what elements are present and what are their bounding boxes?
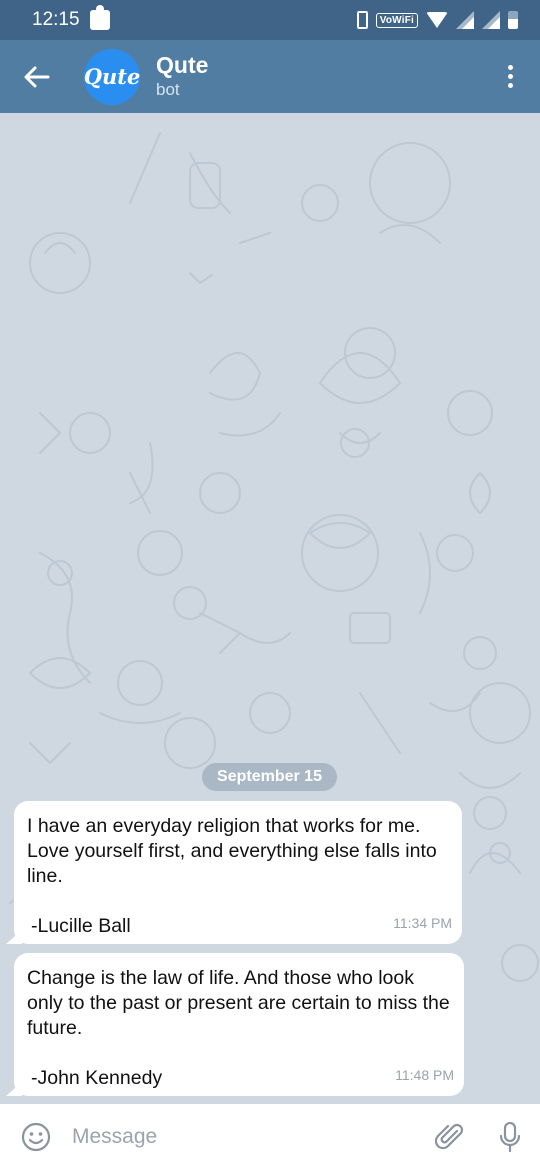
signal-icon xyxy=(456,11,474,29)
smiley-icon xyxy=(21,1122,51,1152)
wifi-icon xyxy=(426,12,448,28)
chat-info[interactable]: Qute bot xyxy=(156,52,208,102)
chat-subtitle: bot xyxy=(156,79,180,99)
more-vertical-icon xyxy=(507,65,513,70)
back-button[interactable] xyxy=(0,40,74,113)
phone-icon xyxy=(356,11,368,29)
attach-button[interactable] xyxy=(420,1104,480,1170)
vowifi-badge: VoWiFi xyxy=(375,12,418,28)
message-author: -Lucille Ball xyxy=(31,915,131,937)
message-bubble[interactable]: I have an everyday religion that works f… xyxy=(14,801,462,944)
message-time: 11:34 PM xyxy=(393,915,452,931)
avatar[interactable]: Qute xyxy=(84,48,140,105)
message-input[interactable] xyxy=(72,1125,420,1149)
status-icons: VoWiFi xyxy=(356,11,518,29)
battery-icon xyxy=(508,11,518,29)
message-author: -John Kennedy xyxy=(31,1067,163,1089)
voice-record-button[interactable] xyxy=(480,1104,540,1170)
microphone-icon xyxy=(499,1121,521,1153)
status-time: 12:15 xyxy=(32,9,80,30)
arrow-left-icon xyxy=(24,66,50,87)
chat-title: Qute xyxy=(156,51,209,78)
status-bar: 12:15 VoWiFi xyxy=(0,0,540,40)
paperclip-icon xyxy=(435,1123,464,1150)
message-text: I have an everyday religion that works f… xyxy=(27,815,443,887)
message-text: Change is the law of life. And those who… xyxy=(27,967,456,1039)
message-bubble[interactable]: Change is the law of life. And those who… xyxy=(14,953,464,1096)
signal-icon-2 xyxy=(482,11,500,29)
emoji-button[interactable] xyxy=(0,1104,72,1170)
date-separator: September 15 xyxy=(202,763,337,791)
notification-puzzle-icon xyxy=(89,5,110,30)
message-composer xyxy=(0,1104,540,1170)
message-time: 11:48 PM xyxy=(395,1067,454,1083)
chat-header: Qute Qute bot xyxy=(0,40,540,113)
more-options-button[interactable] xyxy=(480,40,540,113)
chat-area[interactable]: September 15 I have an everyday religion… xyxy=(0,113,540,1104)
